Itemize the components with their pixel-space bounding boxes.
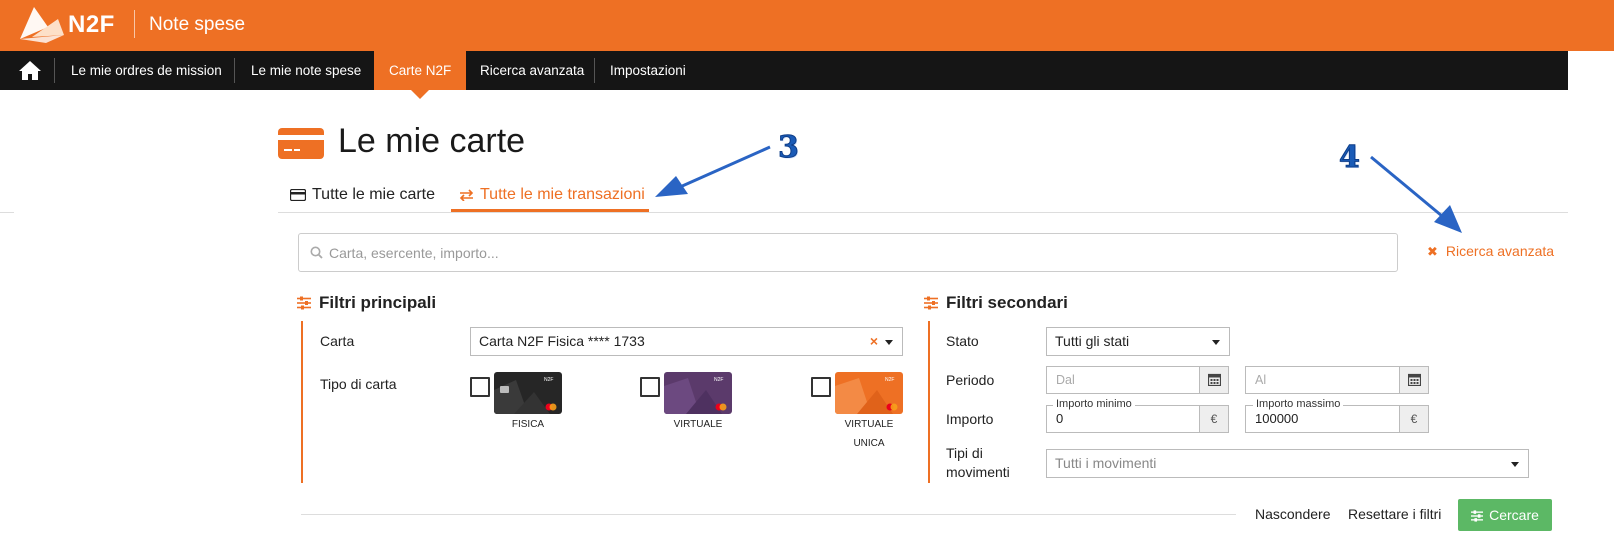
nav-item-impostazioni[interactable]: Impostazioni	[610, 51, 686, 90]
importo-label: Importo	[946, 411, 994, 427]
date-from-input[interactable]: Dal	[1046, 366, 1200, 394]
page-title: Le mie carte	[338, 122, 526, 160]
chevron-down-icon	[1511, 462, 1519, 467]
sliders-icon	[1471, 510, 1484, 522]
section-title-text: Filtri principali	[319, 293, 437, 312]
hide-button[interactable]: Nascondere	[1255, 506, 1331, 522]
chevron-down-icon	[885, 340, 893, 345]
movimenti-label-line2: movimenti	[946, 464, 1010, 480]
card-type-virtuale-unica-label-2: UNICA	[853, 438, 885, 449]
card-type-virtuale-unica-label-1: VIRTUALE	[844, 419, 894, 430]
nav-divider	[594, 58, 595, 83]
search-button[interactable]: Cercare	[1458, 499, 1552, 531]
max-amount-label: Importo massimo	[1253, 398, 1344, 410]
periodo-label: Periodo	[946, 372, 995, 388]
card-type-virtuale-label: VIRTUALE	[673, 419, 723, 430]
svg-text:N2F: N2F	[714, 377, 723, 383]
card-type-fisica-label: FISICA	[511, 419, 545, 430]
nav-item-note-spese[interactable]: Le mie note spese	[251, 51, 361, 90]
divider	[0, 212, 14, 213]
card-virtuale-image: N2F	[664, 372, 732, 414]
calendar-icon	[1207, 373, 1221, 387]
stato-select[interactable]: Tutti gli stati	[1046, 327, 1230, 356]
nav-divider	[234, 58, 235, 83]
tabs-divider	[278, 212, 1568, 213]
advanced-search-label: Ricerca avanzata	[1445, 243, 1555, 259]
card-virtuale-unica-image: N2F	[835, 372, 903, 414]
card-filter-label: Carta	[320, 333, 355, 349]
card-type-virtuale-checkbox[interactable]	[640, 377, 660, 397]
card-select-value: Carta N2F Fisica **** 1733	[479, 333, 645, 349]
card-type-label: Tipo di carta	[320, 376, 397, 392]
min-amount-label: Importo minimo	[1053, 398, 1135, 410]
movimenti-label-line1: Tipi di	[946, 445, 983, 461]
credit-card-icon	[289, 188, 307, 202]
search-icon	[310, 246, 323, 259]
svg-text:N2F: N2F	[544, 377, 553, 383]
stato-select-value: Tutti gli stati	[1055, 333, 1130, 349]
search-box	[298, 233, 1398, 272]
nav-divider	[54, 58, 55, 83]
active-nav-caret	[411, 90, 429, 99]
card-select[interactable]: Carta N2F Fisica **** 1733 ×	[470, 327, 903, 356]
tab-tutte-le-mie-carte[interactable]: Tutte le mie carte	[289, 186, 436, 213]
search-input[interactable]	[329, 234, 1389, 271]
app-title: Note spese	[149, 14, 246, 35]
divider	[301, 514, 1236, 515]
section-main-filters-title: Filtri principali	[297, 293, 436, 313]
svg-text:N2F: N2F	[885, 377, 894, 383]
close-icon: ✖	[1427, 244, 1438, 259]
calendar-icon	[1407, 373, 1421, 387]
movimenti-select-value: Tutti i movimenti	[1055, 455, 1157, 471]
stato-label: Stato	[946, 333, 979, 349]
credit-card-icon	[278, 128, 324, 159]
annotation-3: 3	[778, 130, 800, 166]
card-type-virtuale-unica-checkbox[interactable]	[811, 377, 831, 397]
reset-filters-button[interactable]: Resettare i filtri	[1348, 506, 1441, 522]
currency-addon: €	[1199, 405, 1229, 433]
nav-item-ordres-de-mission[interactable]: Le mie ordres de mission	[71, 51, 222, 90]
date-to-picker[interactable]	[1399, 366, 1429, 394]
sliders-icon	[924, 296, 938, 310]
clear-icon[interactable]: ×	[870, 328, 878, 355]
card-type-fisica-checkbox[interactable]	[470, 377, 490, 397]
home-icon[interactable]	[18, 60, 42, 81]
card-fisica-image: N2F	[494, 372, 562, 414]
nav-item-ricerca-avanzata[interactable]: Ricerca avanzata	[480, 51, 584, 90]
annotation-4: 4	[1339, 140, 1361, 176]
header-divider	[134, 10, 135, 38]
top-bar: N2F Note spese	[0, 0, 1614, 51]
tab-label: Tutte le mie transazioni	[480, 186, 645, 203]
section-accent-line	[928, 321, 930, 483]
section-title-text: Filtri secondari	[946, 293, 1068, 312]
search-button-label: Cercare	[1489, 507, 1539, 523]
chevron-down-icon	[1212, 340, 1220, 345]
section-secondary-filters-title: Filtri secondari	[924, 293, 1068, 313]
currency-addon: €	[1399, 405, 1429, 433]
date-from-picker[interactable]	[1199, 366, 1229, 394]
main-nav: Le mie ordres de mission Le mie note spe…	[0, 51, 1568, 90]
sliders-icon	[297, 296, 311, 310]
nav-item-carte-n2f[interactable]: Carte N2F	[374, 51, 467, 90]
logo-text: N2F	[68, 11, 115, 38]
movimenti-select[interactable]: Tutti i movimenti	[1046, 449, 1529, 478]
date-to-input[interactable]: Al	[1245, 366, 1400, 394]
section-accent-line	[301, 321, 303, 483]
tab-label: Tutte le mie carte	[312, 186, 436, 203]
advanced-search-toggle[interactable]: ✖ Ricerca avanzata	[1427, 243, 1554, 260]
transfer-icon	[459, 189, 474, 202]
